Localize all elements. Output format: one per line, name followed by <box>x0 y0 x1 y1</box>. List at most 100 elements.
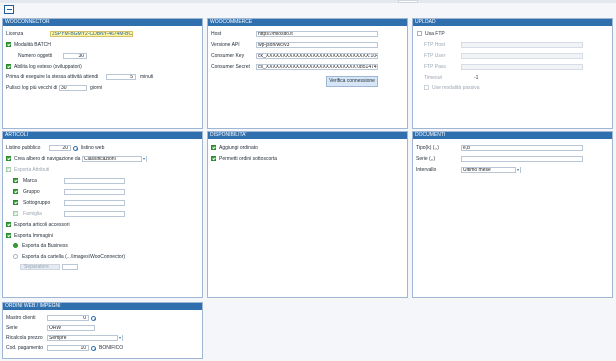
top-field[interactable] <box>398 0 418 3</box>
pagamento-label: Cod. pagamento <box>6 345 43 351</box>
ftp-label: Usa FTP <box>425 31 445 37</box>
gruppo-field[interactable] <box>64 189 125 195</box>
accessori-checkbox[interactable] <box>6 222 11 227</box>
marca-field[interactable] <box>64 178 125 184</box>
mastro-search-icon[interactable] <box>91 316 96 321</box>
separatore-value[interactable] <box>62 264 78 270</box>
radio-cartella-label: Esporta da cartella (...\Images\WooConne… <box>22 254 126 260</box>
licenza-label: Licenza <box>6 31 24 37</box>
albero-select[interactable]: Classificazioni <box>82 156 147 162</box>
panel-disponibilita: DISPONIBILITA' Aggiungi ordinato Permett… <box>207 131 408 298</box>
panel-title: ORDINI WEB / IMPEGNI <box>3 303 202 310</box>
batch-checkbox[interactable] <box>6 42 11 47</box>
sottogruppo-field[interactable] <box>64 200 125 206</box>
passive-checkbox <box>424 85 429 90</box>
exit-icon[interactable] <box>4 5 14 14</box>
timeout-value: -1 <box>474 75 479 81</box>
csecret-label: Consumer Secret <box>211 64 250 70</box>
verify-connection-button[interactable]: Verifica connessione <box>326 76 378 87</box>
tipo-field[interactable]: e,b <box>461 145 583 151</box>
ftp-pass-field <box>461 64 583 70</box>
serie-field[interactable]: ORW <box>47 325 95 331</box>
mastro-label: Mastro clienti <box>6 315 36 321</box>
attributi-label: Esporta Attributi <box>14 167 50 173</box>
panel-articoli: ARTICOLI Listino pubblico 20 listino web… <box>2 131 203 298</box>
host-field[interactable]: https://miosito.it <box>256 31 378 37</box>
aggiungi-checkbox[interactable] <box>211 145 216 150</box>
listino-field[interactable]: 20 <box>49 145 71 151</box>
panel-title: DOCUMENTI <box>413 132 612 139</box>
serie-label: Serie <box>6 325 18 331</box>
host-label: Host <box>211 31 222 37</box>
aggiungi-label: Aggiungi ordinato <box>219 145 258 151</box>
ckey-label: Consumer Key <box>211 53 245 59</box>
numero-label: Numero oggetti <box>18 53 53 59</box>
albero-checkbox[interactable] <box>6 156 11 161</box>
serie-label: Serie (,,) <box>416 156 436 162</box>
log-checkbox[interactable] <box>6 64 11 69</box>
albero-label: Crea albero di navigazione da <box>14 156 81 162</box>
famiglia-checkbox <box>13 211 18 216</box>
ftp-checkbox[interactable] <box>417 31 422 36</box>
toolbar <box>0 0 616 16</box>
mastro-field[interactable]: 0 <box>47 315 89 321</box>
numero-field[interactable]: 30 <box>63 53 87 59</box>
sottogruppo-checkbox[interactable] <box>13 200 18 205</box>
immagini-label: Esporta Immagini <box>14 233 53 239</box>
intervallo-select[interactable]: Ultimo mese <box>461 167 521 173</box>
csecret-field[interactable]: cs_XXXXXXXXXXXXXXXXXXXXXXXXXXX:0b5147451… <box>256 64 378 70</box>
batch-label: Modalità BATCH <box>14 42 51 48</box>
pagamento-search-icon[interactable] <box>91 346 96 351</box>
ricalcola-select[interactable]: Sempre <box>47 335 123 341</box>
famiglia-label: Famiglia <box>23 211 42 217</box>
famiglia-field[interactable] <box>64 211 125 217</box>
intervallo-label: Intervallo <box>416 167 437 173</box>
pulisci-field[interactable]: 30 <box>59 85 87 91</box>
panel-woocommerce: WOOCOMMERCE Host https://miosito.it Vers… <box>207 18 408 129</box>
marca-checkbox[interactable] <box>13 178 18 183</box>
radio-cartella[interactable] <box>13 254 18 259</box>
chevron-down-icon[interactable] <box>117 335 122 341</box>
licenza-field[interactable]: JSPYM-BGMY2-CDBNY-4674M-BCY28 <box>50 31 133 37</box>
pulisci-label: Pulisci log più vecchi di <box>6 85 58 91</box>
serie-field[interactable] <box>461 156 583 162</box>
panel-title: DISPONIBILITA' <box>208 132 407 139</box>
tipo-label: Tipo(k) (,,) <box>416 145 439 151</box>
pagamento-field[interactable]: 10 <box>47 345 89 351</box>
panel-title: ARTICOLI <box>3 132 202 139</box>
listino-label: Listino pubblico <box>6 145 41 151</box>
radio-business[interactable] <box>13 243 18 248</box>
gruppo-label: Gruppo <box>23 189 40 195</box>
pulisci-unit: giorni <box>90 85 103 91</box>
api-field[interactable]: wp-json/wc/v3 <box>256 42 378 48</box>
panel-ordini: ORDINI WEB / IMPEGNI Mastro clienti 0 Se… <box>2 302 203 359</box>
attributi-checkbox <box>6 167 11 172</box>
ftp-pass-label: FTP Pass <box>424 64 446 70</box>
ricalcola-label: Ricalcola prezzo <box>6 335 43 341</box>
attesa-label: Prima di eseguire la stessa attività att… <box>6 74 99 80</box>
chevron-down-icon[interactable] <box>141 156 146 162</box>
ftp-user-field <box>461 53 583 59</box>
gruppo-checkbox[interactable] <box>13 189 18 194</box>
panel-wooconnector: WOOCONNECTOR Licenza JSPYM-BGMY2-CDBNY-4… <box>2 18 203 129</box>
ftp-host-field <box>461 42 583 48</box>
listino-name: listino web <box>81 145 105 151</box>
panel-upload: UPLOAD Usa FTP FTP Host FTP User FTP Pas… <box>412 18 613 129</box>
ftp-user-label: FTP User <box>424 53 446 59</box>
log-label: Abilita log esteso (sviluppatori) <box>14 64 82 70</box>
radio-business-label: Esporta da Business <box>22 243 68 249</box>
panel-title: UPLOAD <box>413 19 612 26</box>
immagini-checkbox[interactable] <box>6 233 11 238</box>
sottogruppo-label: Sottogruppo <box>23 200 51 206</box>
passive-label: Use modalità passiva <box>432 85 480 91</box>
panel-title: WOOCONNECTOR <box>3 19 202 26</box>
ckey-field[interactable]: ck_XXXXXXXXXXXXXXXXXXXXXXXXXXXXXXX:10498… <box>256 53 378 59</box>
separatore-field[interactable]: Separatore <box>20 264 60 270</box>
panel-title: WOOCOMMERCE <box>208 19 407 26</box>
listino-search-icon[interactable] <box>73 146 78 151</box>
permetti-label: Permetti ordini sottoscorta <box>219 156 278 162</box>
attesa-field[interactable]: 5 <box>106 74 136 80</box>
marca-label: Marca <box>23 178 37 184</box>
permetti-checkbox[interactable] <box>211 156 216 161</box>
chevron-down-icon[interactable] <box>515 167 520 173</box>
